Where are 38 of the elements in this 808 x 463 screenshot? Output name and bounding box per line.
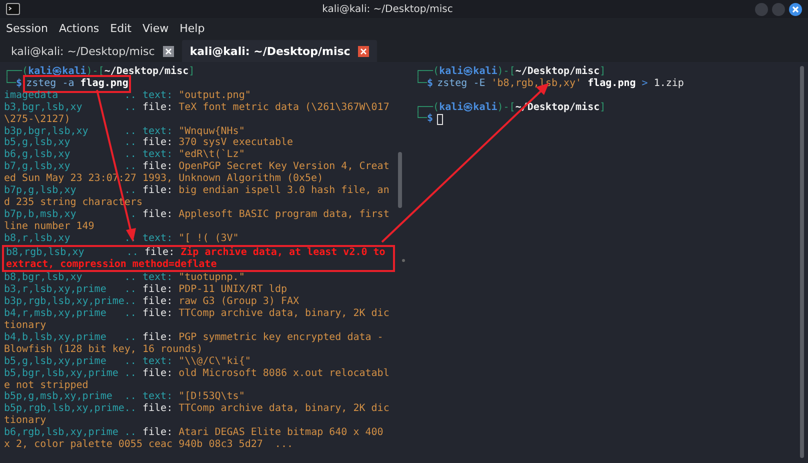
output-line: b3p,bgr,lsb,xy .. text: "Wnquw{NHs" — [4, 126, 246, 137]
minimize-button[interactable] — [755, 2, 768, 16]
scrollbar[interactable] — [800, 66, 804, 458]
menu-item[interactable]: View — [142, 22, 169, 34]
terminal-icon — [6, 3, 20, 15]
output-line: b6,g,lsb,xy .. text: "edR\t(`Lz" — [4, 149, 246, 161]
command-text: zsteg -a flag.png — [26, 78, 128, 90]
command-text: zsteg -E 'b8,rgb,lsb,xy' flag.png > 1.zip — [437, 78, 684, 90]
output-line: b6,rgb,lsb,xy,prime .. file: Atari DEGAS Elite bitmap 640 x 400 x 2, color palette 0055 ceac 940b 08c3 5d27 ... — [4, 427, 384, 451]
output-line: b5,bgr,lsb,xy,prime .. file: old Microsoft 8086 x.out relocatable not stripped — [4, 368, 390, 391]
output-line: b3p,rgb,lsb,xy,prime.. file: raw G3 (Group 3) FAX — [4, 296, 300, 308]
menu-item[interactable]: Edit — [110, 22, 132, 34]
output-line: b4,b,lsb,xy,prime .. file: PGP symmetric key encrypted data - Blowfish (128 bit key, 16 rounds) — [4, 332, 384, 356]
menu-item[interactable]: Actions — [58, 22, 100, 34]
terminal-tab[interactable]: kali@kali: ~/Desktop/misc — [182, 40, 378, 62]
output-line: b8,bgr,lsb,xy .. text: "tuotupnp." — [4, 272, 246, 284]
menu-item[interactable]: Help — [180, 22, 205, 34]
prompt-symbol: └─$ — [415, 113, 434, 126]
output-line: b4,r,msb,xy,prime .. file: TTComp archive data, binary, 2K dictionary — [4, 308, 390, 332]
output-line: b5p,g,msb,xy,prime .. text: "[D!53Q\ts" — [4, 391, 246, 403]
output-line: b3,bgr,lsb,xy .. file: TeX font metric data (\261\367W\017\275-\2127) — [4, 102, 390, 126]
close-button[interactable] — [789, 2, 802, 16]
menu-item[interactable]: Session — [6, 22, 48, 34]
split-handle[interactable] — [402, 259, 405, 262]
prompt-symbol: └─$ — [4, 78, 22, 90]
output-line: b5,g,lsb,xy,prime .. text: "\\@/C\"ki{" — [4, 356, 252, 368]
output-line: b3,r,lsb,xy,prime .. file: PDP-11 UNIX/RT ldp — [4, 284, 288, 296]
close-icon[interactable] — [162, 46, 174, 56]
maximize-button[interactable] — [772, 2, 785, 16]
output-line: imagedata .. text: "output.png" — [4, 90, 252, 102]
output-line: b5p,rgb,lsb,xy,prime.. file: TTComp archive data, binary, 2K dictionary — [4, 403, 390, 427]
output-line: b5,g,lsb,xy .. file: 370 sysV executable — [4, 137, 294, 149]
terminal-tab[interactable]: kali@kali: ~/Desktop/misc — [3, 40, 182, 62]
scrollbar[interactable] — [398, 152, 402, 208]
prompt-symbol: └─$ — [415, 78, 434, 90]
prompt-line: ┌──(kali㉿kali)-[~/Desktop/misc] — [415, 66, 607, 77]
close-icon[interactable] — [358, 46, 370, 56]
window-title: kali@kali: ~/Desktop/misc — [321, 4, 454, 14]
